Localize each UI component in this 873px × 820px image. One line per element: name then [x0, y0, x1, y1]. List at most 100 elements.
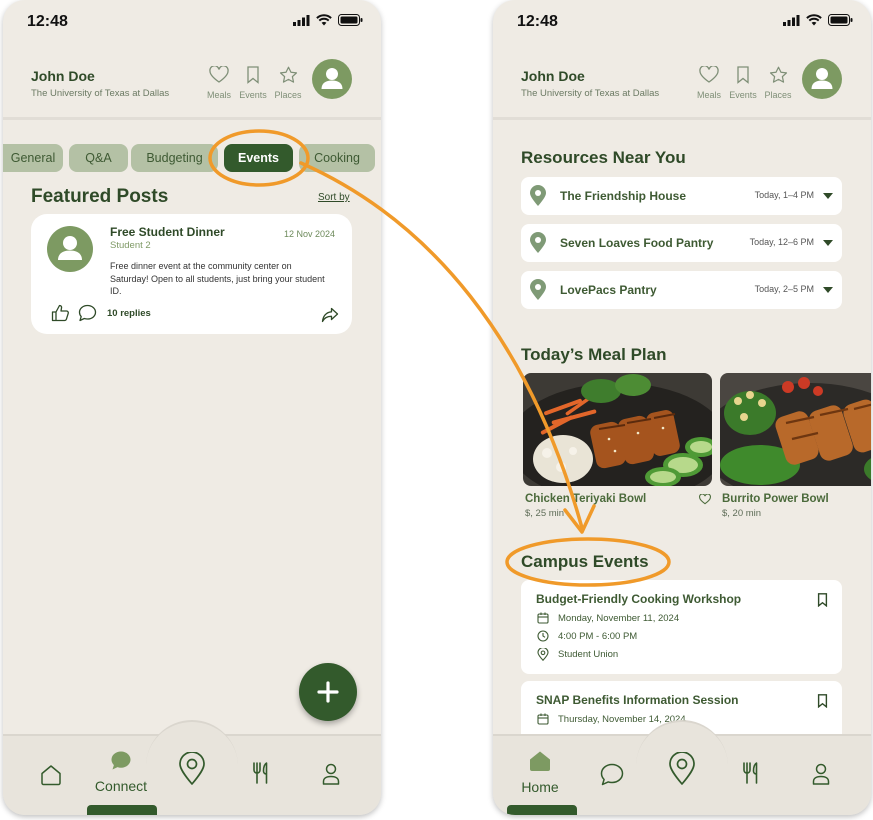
event-time: 4:00 PM - 6:00 PM	[558, 630, 638, 642]
home-icon	[530, 751, 550, 771]
meal-name: Chicken Teriyaki Bowl	[525, 493, 647, 505]
places-button[interactable]: Places	[759, 66, 797, 100]
event-title: SNAP Benefits Information Session	[536, 693, 739, 707]
meal-name: Burrito Power Bowl	[722, 493, 829, 505]
create-post-button[interactable]	[299, 663, 357, 721]
nav-profile[interactable]	[321, 762, 341, 791]
map-pin-icon	[669, 751, 695, 785]
status-icons	[783, 14, 853, 26]
home-icon	[41, 765, 61, 786]
resource-item[interactable]: Seven Loaves Food Pantry Today, 12–6 PM	[521, 224, 842, 262]
bookmark-icon[interactable]	[817, 593, 828, 607]
bookmark-icon	[737, 66, 749, 84]
event-title: Budget-Friendly Cooking Workshop	[536, 592, 742, 606]
meals-button[interactable]: Meals	[200, 65, 238, 100]
location-pin-icon	[530, 185, 546, 206]
teriyaki-bowl-image	[523, 373, 712, 486]
star-icon	[279, 66, 297, 83]
star-icon	[769, 66, 787, 83]
event-date-row: Monday, November 11, 2024	[537, 612, 679, 624]
resource-item[interactable]: The Friendship House Today, 1–4 PM	[521, 177, 842, 215]
nav-connect[interactable]: Connect	[88, 750, 154, 794]
expand-caret-icon[interactable]	[823, 287, 833, 293]
wifi-icon	[316, 14, 332, 26]
nav-meals[interactable]	[251, 761, 273, 790]
featured-posts-title: Featured Posts	[31, 186, 169, 207]
nav-meals[interactable]	[741, 761, 763, 790]
thumbs-up-icon[interactable]	[51, 304, 70, 322]
tab-budgeting[interactable]: Budgeting	[131, 144, 218, 172]
map-pin-icon	[179, 751, 205, 785]
phone-screen-home: 12:48 John Doe The University of Texas a…	[493, 0, 871, 815]
heart-icon	[209, 65, 229, 83]
nav-home[interactable]: Home	[507, 750, 573, 795]
nav-active-indicator	[87, 805, 157, 815]
nav-home[interactable]	[39, 763, 63, 792]
nav-active-indicator	[507, 805, 577, 815]
meals-label: Meals	[206, 90, 231, 100]
user-school: The University of Texas at Dallas	[521, 88, 660, 99]
expand-caret-icon[interactable]	[823, 193, 833, 199]
calendar-icon	[537, 713, 549, 725]
nav-connect-label: Connect	[94, 778, 148, 794]
nav-map[interactable]	[668, 751, 696, 791]
event-location: Student Union	[558, 649, 619, 660]
nav-profile[interactable]	[811, 762, 831, 791]
utensils-icon	[743, 762, 758, 784]
person-icon	[812, 763, 830, 785]
post-actions: 10 replies	[51, 304, 151, 322]
campus-events-title: Campus Events	[521, 552, 649, 571]
meals-button[interactable]: Meals	[690, 65, 728, 100]
signal-icon	[293, 14, 310, 26]
places-button[interactable]: Places	[269, 66, 307, 100]
status-time: 12:48	[517, 13, 558, 30]
events-button[interactable]: Events	[234, 66, 272, 100]
resource-item[interactable]: LovePacs Pantry Today, 2–5 PM	[521, 271, 842, 309]
wifi-icon	[806, 14, 822, 26]
post-card[interactable]: Free Student Dinner Student 2 12 Nov 202…	[31, 214, 352, 334]
expand-caret-icon[interactable]	[823, 240, 833, 246]
sort-by-link[interactable]: Sort by	[318, 192, 350, 203]
event-card[interactable]: Budget-Friendly Cooking Workshop Monday,…	[521, 580, 842, 674]
event-time-row: 4:00 PM - 6:00 PM	[537, 630, 637, 642]
profile-avatar[interactable]	[802, 59, 842, 99]
nav-home-label: Home	[521, 779, 559, 795]
comment-icon[interactable]	[78, 304, 97, 322]
places-label: Places	[764, 90, 792, 100]
bookmark-icon[interactable]	[817, 694, 828, 708]
reply-count[interactable]: 10 replies	[107, 308, 151, 319]
nav-map[interactable]	[178, 751, 206, 791]
events-label: Events	[729, 90, 757, 100]
places-label: Places	[274, 90, 302, 100]
meal-plan-title: Today’s Meal Plan	[521, 345, 667, 364]
resource-name: Seven Loaves Food Pantry	[560, 236, 714, 250]
utensils-icon	[253, 762, 268, 784]
user-name: John Doe	[521, 68, 585, 84]
bookmark-icon	[247, 66, 259, 84]
meal-photo-teriyaki	[523, 373, 712, 486]
phone-screen-community: 12:48 John Doe The University of Texas a…	[3, 0, 381, 815]
status-bar: 12:48	[3, 0, 381, 44]
burrito-bowl-image	[720, 373, 871, 486]
post-author: Student 2	[110, 240, 151, 251]
tab-qa[interactable]: Q&A	[69, 144, 128, 172]
person-silhouette-icon	[811, 68, 833, 89]
location-pin-icon	[530, 279, 546, 300]
tab-general[interactable]: General	[3, 144, 63, 172]
resource-hours: Today, 12–6 PM	[749, 237, 814, 247]
meal-card[interactable]: Chicken Teriyaki Bowl $, 25 min	[523, 373, 712, 519]
tab-events[interactable]: Events	[224, 144, 293, 172]
tab-cooking[interactable]: Cooking	[299, 144, 375, 172]
post-author-avatar	[47, 226, 93, 272]
meal-card[interactable]: Burrito Power Bowl $, 20 min	[720, 373, 871, 519]
post-date: 12 Nov 2024	[283, 229, 335, 239]
favorite-heart-icon[interactable]	[699, 494, 711, 505]
battery-icon	[338, 14, 363, 26]
share-icon[interactable]	[321, 307, 339, 323]
profile-avatar[interactable]	[312, 59, 352, 99]
status-bar: 12:48	[493, 0, 871, 44]
events-button[interactable]: Events	[724, 66, 762, 100]
signal-icon	[783, 14, 800, 26]
nav-connect[interactable]	[600, 763, 624, 791]
location-pin-icon	[537, 648, 549, 661]
